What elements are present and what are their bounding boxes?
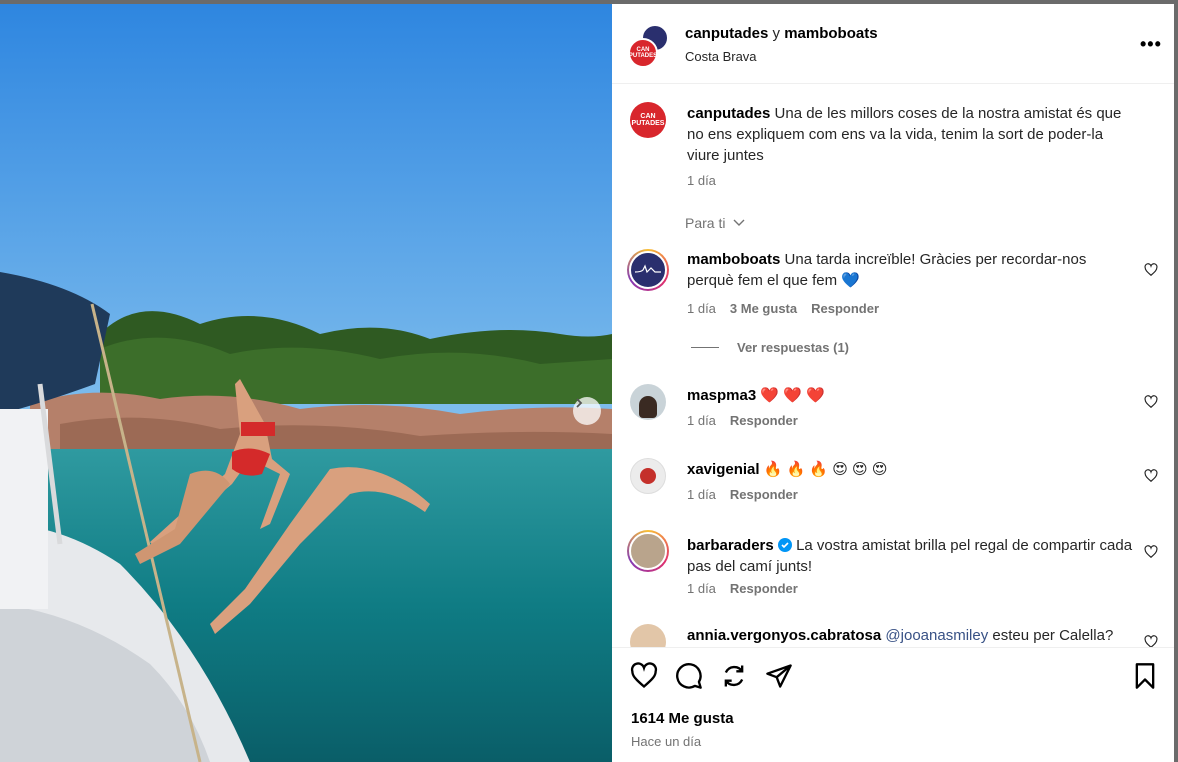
comment-avatar[interactable] bbox=[630, 458, 666, 494]
post-photo[interactable] bbox=[0, 4, 612, 762]
comment-like-icon[interactable] bbox=[1144, 469, 1158, 483]
comment-like-icon[interactable] bbox=[1144, 263, 1158, 277]
replies-divider bbox=[691, 347, 719, 348]
comment-mention[interactable]: @jooanasmiley bbox=[885, 627, 988, 644]
author-connector: y bbox=[772, 25, 781, 42]
post-window: CAN PUTADES canputades y mamboboats Cost… bbox=[0, 4, 1174, 762]
post-side-panel: CAN PUTADES canputades y mamboboats Cost… bbox=[612, 4, 1174, 762]
reply-button[interactable]: Responder bbox=[730, 413, 798, 428]
reply-button[interactable]: Responder bbox=[811, 301, 879, 316]
comment-username[interactable]: annia.vergonyos.cabratosa bbox=[687, 627, 881, 644]
carousel-next-button[interactable] bbox=[573, 397, 601, 425]
avatar-logo-text: CAN PUTADES bbox=[628, 47, 658, 59]
send-icon[interactable] bbox=[765, 662, 793, 690]
comment-filter[interactable]: Para ti bbox=[685, 215, 745, 231]
comment-avatar[interactable] bbox=[630, 384, 666, 420]
wave-logo-icon bbox=[635, 264, 661, 274]
comment-like-icon[interactable] bbox=[1144, 395, 1158, 409]
verified-icon bbox=[777, 538, 792, 552]
likes-count[interactable]: 1614 Me gusta bbox=[631, 710, 734, 727]
comment-like-icon[interactable] bbox=[1144, 545, 1158, 559]
post-header: CAN PUTADES canputades y mamboboats Cost… bbox=[612, 4, 1174, 84]
post-authors: canputades y mamboboats bbox=[685, 25, 878, 42]
comment-likes[interactable]: 3 Me gusta bbox=[730, 301, 797, 316]
comment-text: annia.vergonyos.cabratosa @jooanasmiley … bbox=[687, 625, 1137, 646]
comment-text: barbaraders La vostra amistat brilla pel… bbox=[687, 535, 1137, 577]
caption-time[interactable]: 1 día bbox=[687, 173, 716, 188]
author-secondary-link[interactable]: mamboboats bbox=[784, 25, 877, 42]
comment-like-icon[interactable] bbox=[1144, 635, 1158, 647]
comment-text: mamboboats Una tarda increïble! Gràcies … bbox=[687, 249, 1137, 291]
comment-body: esteu per Calella? bbox=[992, 627, 1114, 644]
view-replies-button[interactable]: Ver respuestas (1) bbox=[691, 340, 849, 355]
comment-username[interactable]: maspma3 bbox=[687, 387, 756, 404]
comment-time[interactable]: 1 día bbox=[687, 581, 716, 596]
view-replies-label: Ver respuestas (1) bbox=[737, 340, 850, 355]
more-options-button[interactable]: ••• bbox=[1140, 34, 1162, 55]
comment-avatar[interactable] bbox=[627, 249, 669, 291]
avatar-portrait bbox=[629, 532, 667, 570]
comment-time[interactable]: 1 día bbox=[687, 413, 716, 428]
comment-time[interactable]: 1 día bbox=[687, 487, 716, 502]
comment-username[interactable]: mamboboats bbox=[687, 251, 780, 268]
post-actions: 1614 Me gusta Hace un día bbox=[612, 647, 1174, 762]
caption-meta: 1 día bbox=[687, 173, 716, 188]
comment-text: xavigenial 🔥 🔥 🔥 😍 😍 😍 bbox=[687, 459, 1137, 480]
avatar-portrait bbox=[640, 468, 656, 484]
post-time[interactable]: Hace un día bbox=[631, 734, 701, 749]
more-icon: ••• bbox=[1140, 34, 1162, 54]
caption-avatar[interactable]: CAN PUTADES bbox=[630, 102, 666, 138]
chevron-down-icon bbox=[733, 219, 745, 226]
reply-button[interactable]: Responder bbox=[730, 581, 798, 596]
caption-text: canputades Una de les millors coses de l… bbox=[687, 103, 1137, 166]
reply-button[interactable]: Responder bbox=[730, 487, 798, 502]
comment-time[interactable]: 1 día bbox=[687, 301, 716, 316]
collab-avatars[interactable]: CAN PUTADES bbox=[628, 24, 672, 68]
chevron-right-icon bbox=[576, 398, 583, 408]
comment-avatar[interactable] bbox=[630, 624, 666, 647]
comment-username[interactable]: barbaraders bbox=[687, 537, 774, 554]
comment-username[interactable]: xavigenial bbox=[687, 461, 760, 478]
comment-filter-label: Para ti bbox=[685, 215, 726, 231]
avatar-portrait bbox=[639, 396, 657, 418]
comment-body: 🔥 🔥 🔥 😍 😍 😍 bbox=[763, 461, 888, 478]
caption-avatar-logo: CAN PUTADES bbox=[631, 113, 665, 127]
mamboboats-logo bbox=[629, 251, 667, 289]
bookmark-icon[interactable] bbox=[1131, 662, 1159, 690]
comment-meta: 1 día Responder bbox=[687, 487, 798, 502]
caption-username[interactable]: canputades bbox=[687, 105, 770, 122]
comment-meta: 1 día Responder bbox=[687, 581, 798, 596]
comment-icon[interactable] bbox=[675, 662, 703, 690]
share-icon[interactable] bbox=[720, 662, 748, 690]
comment-body: ❤️ ❤️ ❤️ bbox=[760, 387, 825, 404]
comment-meta: 1 día Responder bbox=[687, 413, 798, 428]
heart-icon[interactable] bbox=[630, 662, 658, 690]
comments-list[interactable]: CAN PUTADES canputades Una de les millor… bbox=[612, 85, 1174, 647]
photo-scene bbox=[0, 4, 612, 762]
comment-meta: 1 día 3 Me gusta Responder bbox=[687, 301, 879, 316]
comment-avatar[interactable] bbox=[627, 530, 669, 572]
post-location[interactable]: Costa Brava bbox=[685, 49, 757, 64]
canputades-avatar: CAN PUTADES bbox=[628, 38, 658, 68]
author-primary-link[interactable]: canputades bbox=[685, 25, 768, 42]
comment-text: maspma3 ❤️ ❤️ ❤️ bbox=[687, 385, 1137, 406]
